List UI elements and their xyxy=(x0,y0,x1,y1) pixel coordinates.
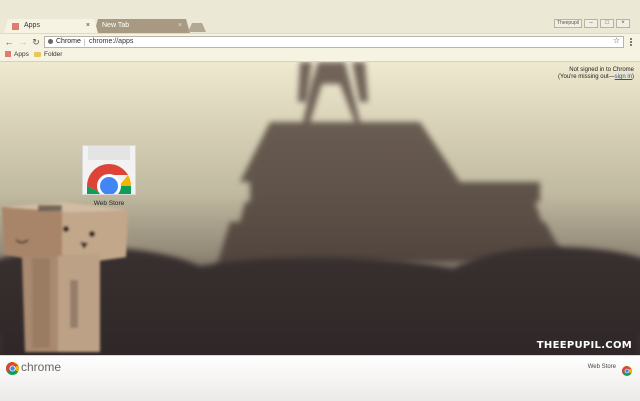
apps-grid-icon xyxy=(12,23,19,30)
menu-icon[interactable] xyxy=(628,38,634,47)
tab-label: New Tab xyxy=(102,22,130,29)
address-bar[interactable]: Chrome chrome://apps ☆ xyxy=(44,36,624,48)
web-store-mini-icon[interactable] xyxy=(622,363,632,381)
minimize-button[interactable]: – xyxy=(584,19,598,28)
chrome-web-store-icon[interactable] xyxy=(82,145,136,198)
eiffel-tower-danbo-photo xyxy=(0,62,640,355)
tab-close-icon[interactable]: × xyxy=(178,19,182,33)
toolbar: ← → ↻ Chrome chrome://apps ☆ xyxy=(0,33,640,51)
forward-button[interactable]: → xyxy=(18,37,28,47)
folder-icon xyxy=(34,51,41,57)
site-chip[interactable]: Chrome xyxy=(48,37,81,47)
app-tile-web-store[interactable]: Web Store xyxy=(82,145,136,207)
web-store-link[interactable]: Web Store xyxy=(588,364,616,370)
maximize-button[interactable]: □ xyxy=(600,19,614,28)
sign-in-link[interactable]: sign in xyxy=(615,74,632,80)
bookmark-folder[interactable]: Folder xyxy=(34,50,62,60)
chrome-page-icon xyxy=(48,38,53,44)
watermark-text: THEEPUPIL.COM xyxy=(536,340,632,351)
tab-new-tab[interactable]: New Tab × xyxy=(94,19,190,33)
apps-bottom-bar: chrome Web Store xyxy=(0,355,640,401)
chrome-wordmark[interactable]: chrome xyxy=(21,360,61,374)
tab-strip: Apps × New Tab × Theepupil – □ × xyxy=(0,0,640,33)
reload-button[interactable]: ↻ xyxy=(31,37,41,47)
signin-suffix: ) xyxy=(632,74,634,80)
signin-notice: Not signed in to Chrome (You're missing … xyxy=(558,67,634,81)
signin-prompt: (You're missing out—sign in) xyxy=(558,74,634,81)
tab-close-icon[interactable]: × xyxy=(86,19,90,33)
profile-badge[interactable]: Theepupil xyxy=(554,19,582,28)
theme-background-photo xyxy=(0,62,640,355)
bookmark-star-icon[interactable]: ☆ xyxy=(613,36,620,46)
bookmark-label: Apps xyxy=(14,51,29,58)
address-separator xyxy=(84,39,85,46)
back-button[interactable]: ← xyxy=(4,37,14,47)
signin-prefix: (You're missing out— xyxy=(558,74,615,80)
close-window-button[interactable]: × xyxy=(616,19,630,28)
bookmark-label: Folder xyxy=(44,51,63,58)
url-text[interactable]: chrome://apps xyxy=(89,37,133,47)
tab-apps[interactable]: Apps × xyxy=(4,19,98,33)
new-tab-button[interactable] xyxy=(188,23,206,32)
bookmark-apps[interactable]: Apps xyxy=(5,50,29,60)
site-chip-label: Chrome xyxy=(56,38,81,45)
bookmarks-bar: Apps Folder xyxy=(0,50,640,62)
signin-status-text: Not signed in to Chrome xyxy=(569,67,634,73)
chrome-logo-icon[interactable] xyxy=(6,362,19,380)
app-label[interactable]: Web Store xyxy=(82,200,136,207)
tab-label: Apps xyxy=(24,22,40,29)
apps-grid-icon xyxy=(5,51,11,57)
